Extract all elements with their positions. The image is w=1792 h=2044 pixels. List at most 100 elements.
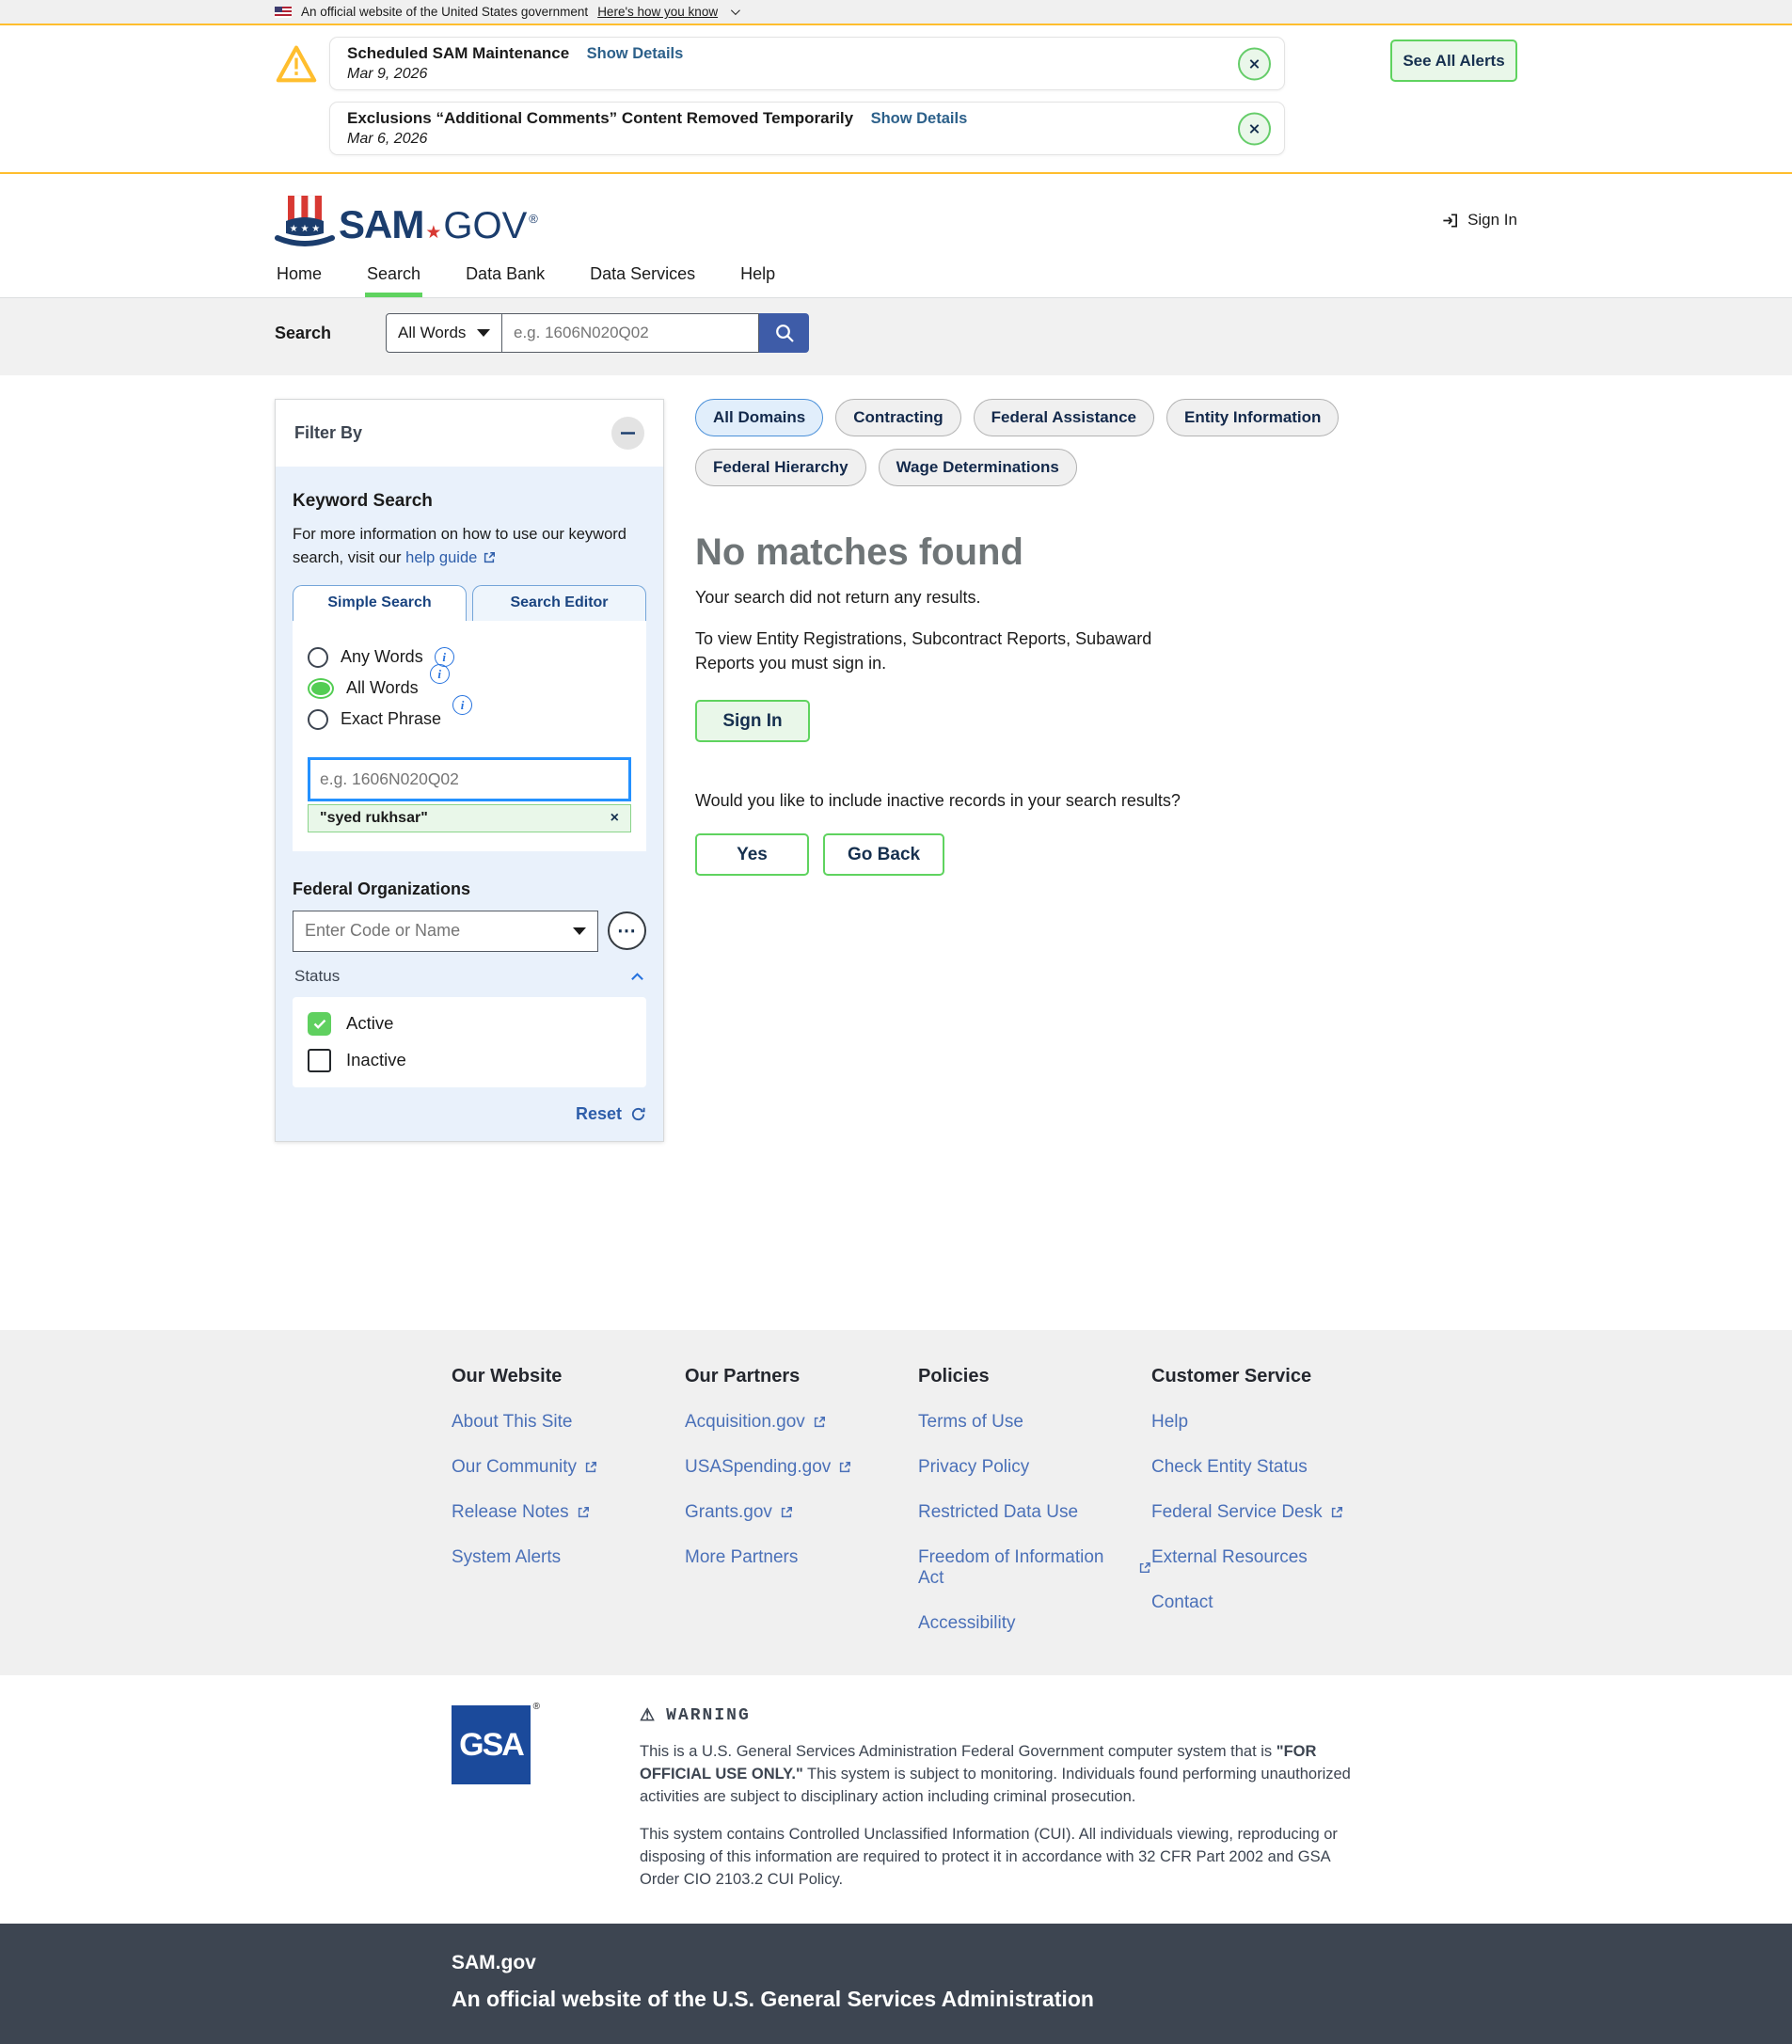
footer-link-system-alerts[interactable]: System Alerts bbox=[452, 1547, 685, 1568]
footer-link-grants-gov[interactable]: Grants.gov bbox=[685, 1502, 918, 1523]
check-icon bbox=[313, 1019, 326, 1029]
alert-close-button[interactable] bbox=[1238, 112, 1271, 145]
footer-link-external-resources[interactable]: External Resources bbox=[1151, 1547, 1385, 1568]
footer-link-label: USASpending.gov bbox=[685, 1457, 831, 1478]
footer-link-label: System Alerts bbox=[452, 1547, 561, 1568]
footer-col-policies: Policies Terms of Use Privacy Policy Res… bbox=[918, 1366, 1151, 1634]
tab-search-editor[interactable]: Search Editor bbox=[472, 585, 646, 621]
footer-link-acquisition-gov[interactable]: Acquisition.gov bbox=[685, 1412, 918, 1433]
nav-item-data-bank[interactable]: Data Bank bbox=[464, 257, 547, 297]
warning-text: This is a U.S. General Services Administ… bbox=[640, 1743, 1277, 1760]
help-guide-link[interactable]: help guide bbox=[405, 547, 496, 570]
footer-link-label: Restricted Data Use bbox=[918, 1502, 1078, 1523]
us-flag-icon bbox=[275, 7, 292, 18]
status-section-header[interactable]: Status bbox=[293, 967, 646, 986]
external-link-icon bbox=[780, 1506, 793, 1519]
radio-all-words[interactable] bbox=[308, 678, 334, 699]
footer-link-label: Contact bbox=[1151, 1592, 1213, 1613]
search-icon bbox=[774, 323, 795, 343]
checkbox-inactive[interactable] bbox=[308, 1049, 331, 1072]
no-matches-title: No matches found bbox=[695, 531, 1517, 574]
gsa-registered-mark: ® bbox=[533, 1702, 540, 1712]
main-nav: Home Search Data Bank Data Services Help bbox=[0, 257, 1792, 298]
nav-item-data-services[interactable]: Data Services bbox=[588, 257, 697, 297]
checkbox-active-label: Active bbox=[346, 1013, 393, 1034]
radio-exact-phrase[interactable] bbox=[308, 709, 328, 730]
domain-tab-entity-information[interactable]: Entity Information bbox=[1166, 399, 1339, 436]
warning-title: WARNING bbox=[666, 1706, 751, 1725]
domain-tab-federal-hierarchy[interactable]: Federal Hierarchy bbox=[695, 449, 866, 486]
federal-org-input[interactable] bbox=[293, 911, 597, 951]
footer-link-terms-of-use[interactable]: Terms of Use bbox=[918, 1412, 1151, 1433]
checkbox-inactive-label: Inactive bbox=[346, 1050, 406, 1070]
footer-link-foia[interactable]: Freedom of Information Act bbox=[918, 1547, 1151, 1589]
info-icon[interactable]: i bbox=[452, 695, 472, 715]
domain-tab-all-domains[interactable]: All Domains bbox=[695, 399, 823, 436]
checkbox-row-active[interactable]: Active bbox=[308, 1012, 631, 1036]
footer-link-restricted-data-use[interactable]: Restricted Data Use bbox=[918, 1502, 1151, 1523]
checkbox-active[interactable] bbox=[308, 1012, 331, 1036]
sam-gov-logo[interactable]: ★ ★ ★ SAM ★ GOV ® bbox=[275, 193, 538, 247]
how-you-know-link[interactable]: Here's how you know bbox=[597, 5, 718, 19]
footer-link-accessibility[interactable]: Accessibility bbox=[918, 1613, 1151, 1634]
keyword-chip-text: "syed rukhsar" bbox=[320, 810, 428, 827]
footer-link-label: Privacy Policy bbox=[918, 1457, 1029, 1478]
filter-panel-title: Filter By bbox=[294, 423, 362, 443]
nav-item-search[interactable]: Search bbox=[365, 257, 422, 297]
checkbox-row-inactive[interactable]: Inactive bbox=[308, 1049, 631, 1072]
logo-sam-text: SAM bbox=[339, 202, 423, 247]
logo-registered-mark: ® bbox=[529, 212, 538, 226]
gsa-warning-section: GSA ® ⚠ WARNING This is a U.S. General S… bbox=[0, 1675, 1792, 1924]
footer-link-release-notes[interactable]: Release Notes bbox=[452, 1502, 685, 1523]
radio-row-exact-phrase: Exact Phrase i bbox=[308, 709, 631, 730]
yes-button[interactable]: Yes bbox=[695, 833, 809, 876]
info-icon[interactable]: i bbox=[430, 664, 450, 684]
radio-any-words[interactable] bbox=[308, 647, 328, 668]
nav-item-home[interactable]: Home bbox=[275, 257, 324, 297]
warning-triangle-icon bbox=[275, 44, 318, 84]
footer-link-help[interactable]: Help bbox=[1151, 1412, 1385, 1433]
footer-link-check-entity-status[interactable]: Check Entity Status bbox=[1151, 1457, 1385, 1478]
sign-in-button[interactable]: Sign In bbox=[695, 700, 810, 742]
identifier-footer: SAM.gov An official website of the U.S. … bbox=[0, 1924, 1792, 2044]
collapse-filters-button[interactable] bbox=[611, 417, 644, 450]
domain-tab-wage-determinations[interactable]: Wage Determinations bbox=[879, 449, 1077, 486]
go-back-button[interactable]: Go Back bbox=[823, 833, 944, 876]
keyword-search-input[interactable] bbox=[308, 757, 631, 801]
footer-link-usaspending-gov[interactable]: USASpending.gov bbox=[685, 1457, 918, 1478]
footer-link-label: Freedom of Information Act bbox=[918, 1547, 1131, 1589]
domain-tab-federal-assistance[interactable]: Federal Assistance bbox=[974, 399, 1154, 436]
tab-simple-search[interactable]: Simple Search bbox=[293, 585, 467, 621]
footer-link-privacy-policy[interactable]: Privacy Policy bbox=[918, 1457, 1151, 1478]
footer-link-our-community[interactable]: Our Community bbox=[452, 1457, 685, 1478]
warning-triangle-glyph: ⚠ bbox=[640, 1705, 657, 1726]
nav-item-help[interactable]: Help bbox=[738, 257, 777, 297]
see-all-alerts-button[interactable]: See All Alerts bbox=[1390, 40, 1517, 82]
footer-link-label: Release Notes bbox=[452, 1502, 569, 1523]
alert-close-button[interactable] bbox=[1238, 47, 1271, 80]
logo-star-icon: ★ bbox=[425, 222, 441, 244]
search-submit-button[interactable] bbox=[759, 313, 809, 353]
alert-show-details-link[interactable]: Show Details bbox=[587, 45, 684, 62]
footer-link-more-partners[interactable]: More Partners bbox=[685, 1547, 918, 1568]
reset-filters-link[interactable]: Reset bbox=[293, 1104, 646, 1124]
domain-tab-contracting[interactable]: Contracting bbox=[835, 399, 960, 436]
footer-link-contact[interactable]: Contact bbox=[1151, 1592, 1385, 1613]
search-mode-select[interactable]: All Words bbox=[386, 313, 502, 353]
radio-exact-phrase-label: Exact Phrase bbox=[341, 709, 441, 729]
footer-link-federal-service-desk[interactable]: Federal Service Desk bbox=[1151, 1502, 1385, 1523]
federal-org-combobox[interactable] bbox=[293, 911, 598, 952]
external-link-icon bbox=[577, 1506, 590, 1519]
global-search-input[interactable] bbox=[502, 313, 759, 353]
header-sign-in-link[interactable]: Sign In bbox=[1441, 211, 1517, 230]
footer-link-about-this-site[interactable]: About This Site bbox=[452, 1412, 685, 1433]
warning-paragraph-1: This is a U.S. General Services Administ… bbox=[640, 1741, 1364, 1809]
alert-show-details-link[interactable]: Show Details bbox=[871, 110, 968, 127]
more-options-button[interactable]: ⋯ bbox=[608, 911, 646, 950]
footer-link-label: Terms of Use bbox=[918, 1412, 1023, 1433]
footer-link-label: Acquisition.gov bbox=[685, 1412, 805, 1433]
radio-all-words-label: All Words bbox=[346, 678, 419, 698]
gsa-logo: GSA bbox=[452, 1705, 531, 1784]
chevron-down-icon bbox=[731, 6, 740, 15]
chip-remove-button[interactable]: × bbox=[611, 810, 619, 827]
